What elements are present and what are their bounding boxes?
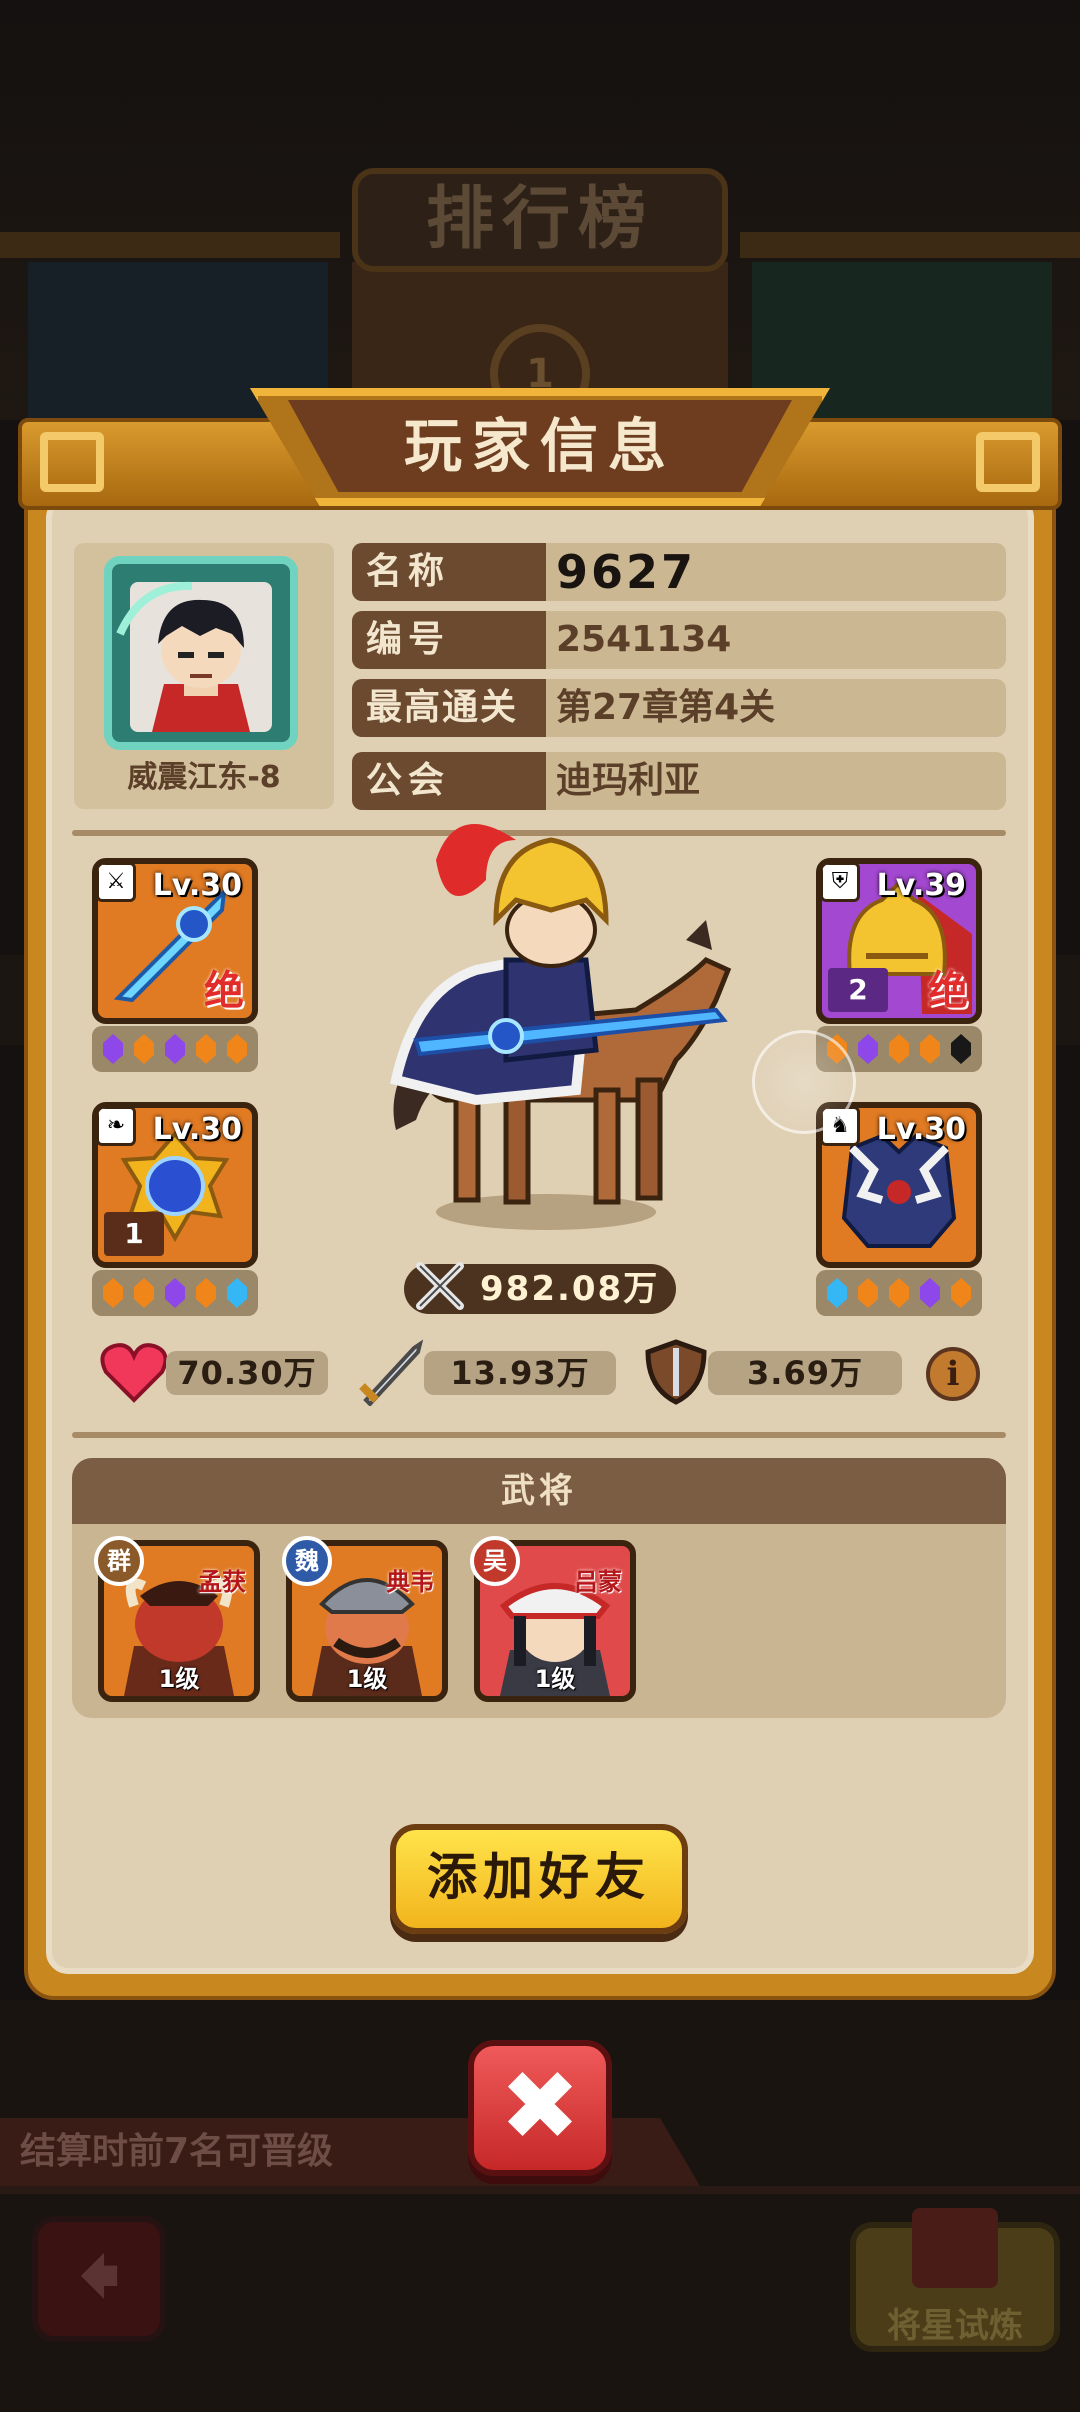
corner-ornament-left <box>40 432 104 492</box>
general-level: 1级 <box>158 1665 200 1693</box>
trial-banner-icon <box>912 2208 998 2288</box>
gem-strip <box>816 1270 982 1316</box>
info-label: 最高通关 <box>352 679 546 737</box>
back-button[interactable]: 🠸 <box>32 2216 166 2342</box>
equipment-tile[interactable]: ♞ Lv.30 <box>816 1102 982 1268</box>
gem-icon <box>951 1034 971 1064</box>
sword-stat-icon <box>359 1339 424 1406</box>
title-wing-right <box>740 232 1080 258</box>
equipment-tile[interactable]: ⚔ Lv.30 绝 <box>92 858 258 1024</box>
gem-icon <box>920 1278 940 1308</box>
helmet-icon: ⛨ <box>822 864 860 902</box>
stats-info-button[interactable]: i <box>926 1347 980 1401</box>
section-divider <box>72 1432 1006 1438</box>
equipment-tile[interactable]: ❧ Lv.30 1 <box>92 1102 258 1268</box>
tap-indicator <box>752 1030 856 1134</box>
gem-icon <box>858 1034 878 1064</box>
attack-value: 13.93万 <box>424 1351 616 1395</box>
gem-icon <box>165 1034 185 1064</box>
equipment-level: Lv.30 <box>152 1112 242 1147</box>
gem-icon <box>196 1034 216 1064</box>
necklace-icon: ❧ <box>98 1108 136 1146</box>
gem-icon <box>889 1278 909 1308</box>
gem-icon <box>103 1278 123 1308</box>
general-name: 典韦 <box>386 1568 434 1596</box>
crossed-swords-icon <box>416 1262 464 1310</box>
equipment-level: Lv.39 <box>876 868 966 903</box>
corner-ornament-right <box>976 432 1040 492</box>
info-row-progress: 最高通关 第27章第4关 <box>352 679 1006 737</box>
equipment-grade: 绝 <box>928 968 968 1014</box>
dialog-title: 玩家信息 <box>288 400 792 492</box>
avatar-name: 威震江东-8 <box>127 760 281 795</box>
title-wing-left <box>0 232 340 258</box>
general-name: 孟获 <box>198 1568 246 1596</box>
equipment-helmet[interactable]: ⛨ Lv.39 2 绝 <box>816 858 986 1072</box>
equipment-star: 2 <box>828 968 888 1012</box>
faction-badge: 吴 <box>470 1536 520 1586</box>
player-id-value: 2541134 <box>556 619 732 660</box>
info-label: 名称 <box>352 543 546 601</box>
close-button[interactable]: ✖ <box>468 2040 612 2176</box>
gem-icon <box>134 1034 154 1064</box>
heart-icon <box>100 1343 168 1403</box>
gem-icon <box>196 1278 216 1308</box>
gem-icon <box>227 1278 247 1308</box>
general-level: 1级 <box>346 1665 388 1693</box>
hp-value: 70.30万 <box>166 1351 328 1395</box>
highest-stage-value: 第27章第4关 <box>556 687 776 728</box>
equipment-star: 1 <box>104 1212 164 1256</box>
promotion-rule <box>0 2186 1080 2194</box>
leaderboard-title: 排行榜 <box>352 168 728 272</box>
gem-icon <box>858 1278 878 1308</box>
warrior-portrait-icon <box>116 581 272 732</box>
defense-value: 3.69万 <box>708 1351 902 1395</box>
equipment-armor[interactable]: ♞ Lv.30 <box>816 1102 986 1316</box>
info-label: 编号 <box>352 611 546 669</box>
sword-icon: ⚔ <box>98 864 136 902</box>
gem-icon <box>134 1278 154 1308</box>
close-icon: ✖ <box>499 2050 581 2162</box>
equipment-grade: 绝 <box>204 968 244 1014</box>
faction-badge: 魏 <box>282 1536 332 1586</box>
shield-icon <box>645 1339 707 1405</box>
equipment-tile[interactable]: ⛨ Lv.39 2 绝 <box>816 858 982 1024</box>
gem-strip <box>92 1026 258 1072</box>
generals-header: 武将 <box>72 1458 1006 1524</box>
info-icon: i <box>946 1354 960 1394</box>
player-name-value: 9627 <box>556 545 697 599</box>
equipment-level: Lv.30 <box>876 1112 966 1147</box>
equipment-accessory[interactable]: ❧ Lv.30 1 <box>92 1102 262 1316</box>
gem-icon <box>103 1034 123 1064</box>
gem-icon <box>951 1278 971 1308</box>
avatar <box>104 556 298 750</box>
equipment-level: Lv.30 <box>152 868 242 903</box>
gem-icon <box>889 1034 909 1064</box>
info-row-id: 编号 2541134 <box>352 611 1006 669</box>
general-name: 吕蒙 <box>574 1568 622 1596</box>
back-arrow-icon: 🠸 <box>76 2224 122 2329</box>
info-row-name: 名称 9627 <box>352 543 1006 601</box>
gem-icon <box>827 1278 847 1308</box>
gem-icon <box>920 1034 940 1064</box>
add-friend-button[interactable]: 添加好友 <box>390 1824 688 1934</box>
gem-icon <box>165 1278 185 1308</box>
gem-icon <box>227 1034 247 1064</box>
equipment-weapon[interactable]: ⚔ Lv.30 绝 <box>92 858 262 1072</box>
gem-strip <box>92 1270 258 1316</box>
general-level: 1级 <box>534 1665 576 1693</box>
faction-badge: 群 <box>94 1536 144 1586</box>
mounted-general-icon <box>390 824 732 1230</box>
hero-figure <box>356 800 736 1240</box>
